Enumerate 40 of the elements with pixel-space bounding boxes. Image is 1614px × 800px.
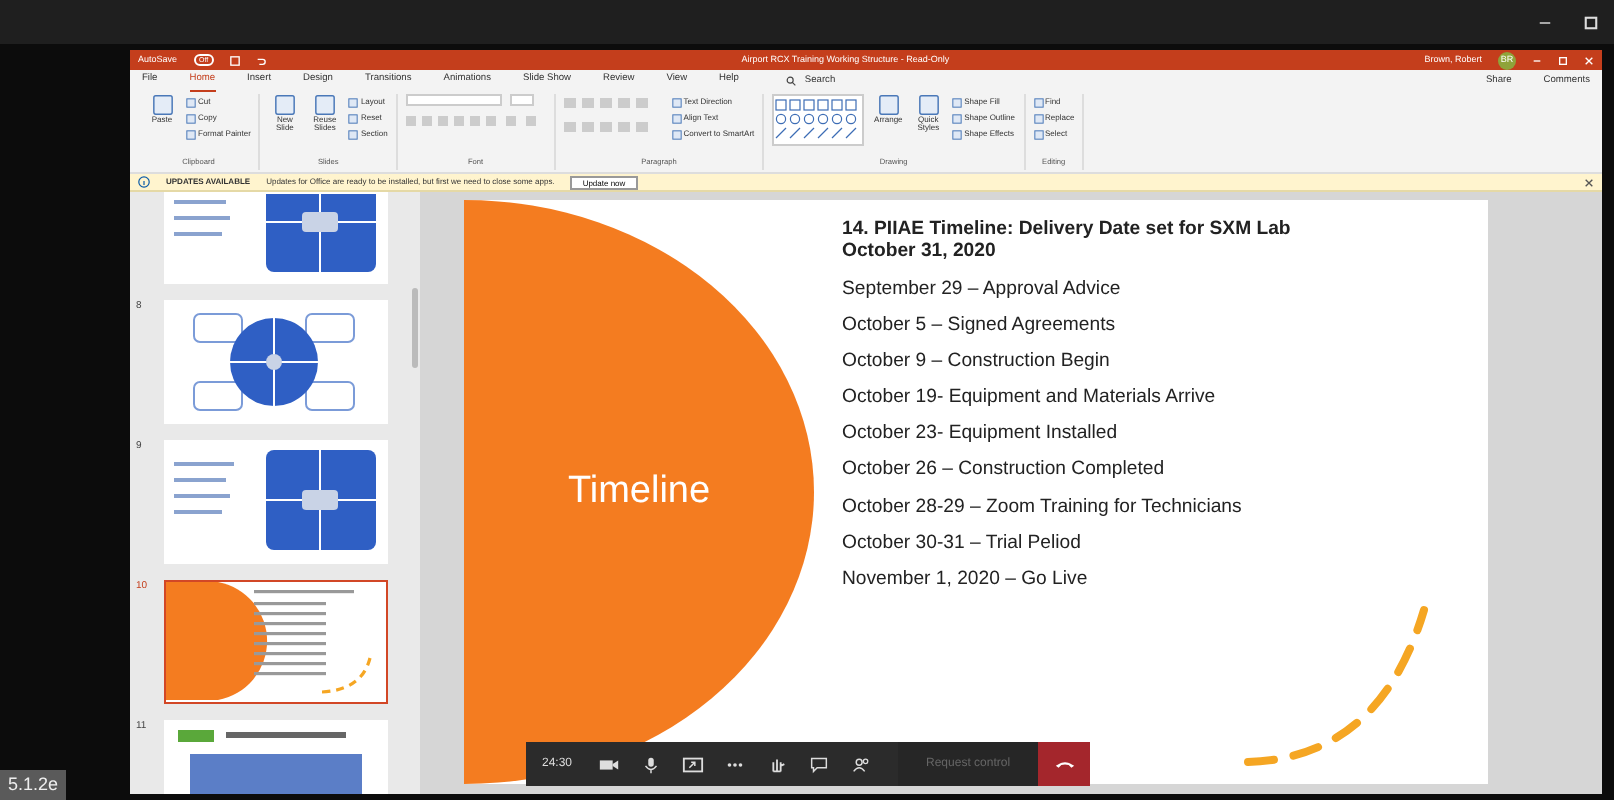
tool-icon xyxy=(273,94,296,116)
timeline-item: October 28-29 – Zoom Training for Technicians xyxy=(842,493,1244,522)
microphone-icon[interactable] xyxy=(640,755,663,773)
phone-icon xyxy=(1053,758,1076,770)
slide-thumbnail[interactable] xyxy=(164,300,388,424)
timeline-item: October 26 – Construction Completed xyxy=(842,456,1167,485)
slide-section-title: Timeline xyxy=(567,467,711,516)
tool-icon xyxy=(313,94,336,116)
timeline-item: October 9 – Construction Begin xyxy=(842,348,1112,377)
timeline-item: October 5 – Signed Agreements xyxy=(842,312,1118,341)
font-size-field[interactable] xyxy=(509,94,534,106)
shapes-gallery-drawing[interactable] xyxy=(772,94,865,146)
participants-icon[interactable] xyxy=(850,755,873,773)
slide-thumbnail[interactable] xyxy=(164,192,388,284)
slide-thumbnail[interactable] xyxy=(164,440,388,564)
font-name-field[interactable] xyxy=(405,94,502,106)
info-icon xyxy=(138,176,150,188)
slide-heading: October 31, 2020 xyxy=(842,240,998,262)
slide-thumbnail[interactable] xyxy=(164,580,388,704)
hang-up-button[interactable] xyxy=(1038,742,1091,786)
timeline-item: October 23- Equipment Installed xyxy=(842,420,1120,449)
search-icon xyxy=(786,76,797,86)
tool-icon xyxy=(151,94,173,116)
screen-label: 5.1.2e xyxy=(0,769,67,800)
chat-icon[interactable] xyxy=(808,755,831,773)
tool-icon xyxy=(917,94,940,116)
share-screen-icon[interactable] xyxy=(682,755,705,773)
restore-icon[interactable] xyxy=(1584,15,1598,29)
close-icon[interactable] xyxy=(1584,177,1594,187)
slide-heading: 14. PIIAE Timeline: Delivery Date set for SXM Lab xyxy=(842,218,1293,240)
camera-icon[interactable] xyxy=(598,755,621,773)
timeline-item: September 29 – Approval Advice xyxy=(842,276,1123,304)
tool-icon xyxy=(877,94,900,116)
timeline-item: October 19- Equipment and Materials Arrive xyxy=(842,384,1218,413)
timeline-item: November 1, 2020 – Go Live xyxy=(842,565,1090,594)
minimize-icon[interactable] xyxy=(1532,55,1542,65)
undo-icon[interactable] xyxy=(256,55,267,65)
raise-hand-icon[interactable] xyxy=(766,755,789,773)
save-icon[interactable] xyxy=(230,55,241,65)
timeline-item: October 30-31 – Trial Peliod xyxy=(842,529,1083,558)
